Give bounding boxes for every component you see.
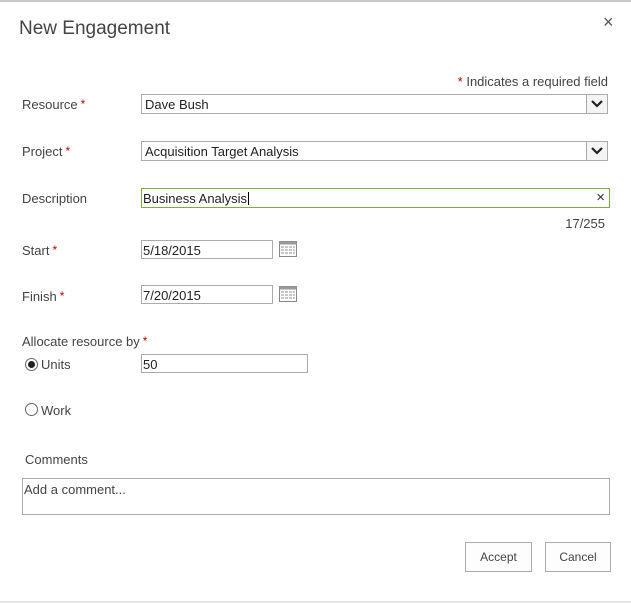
units-value: 50 <box>143 357 158 372</box>
finish-date-value: 7/20/2015 <box>143 288 201 303</box>
required-note-text: Indicates a required field <box>466 74 608 89</box>
close-icon[interactable]: × <box>603 13 614 31</box>
required-marker: * <box>59 289 65 303</box>
project-select[interactable]: Acquisition Target Analysis <box>141 141 608 161</box>
cancel-button[interactable]: Cancel <box>545 542 611 572</box>
description-label: Description <box>22 191 88 206</box>
project-label-text: Project <box>22 144 63 159</box>
comment-textarea[interactable]: Add a comment... <box>22 478 610 515</box>
character-counter: 17/255 <box>565 216 605 231</box>
required-marker: * <box>80 97 86 111</box>
required-marker: * <box>457 74 463 89</box>
chevron-down-icon[interactable] <box>586 95 607 113</box>
chevron-down-icon[interactable] <box>586 142 607 160</box>
comments-label: Comments <box>25 452 88 467</box>
required-field-note: * Indicates a required field <box>458 74 608 89</box>
allocate-label-text: Allocate resource by <box>22 334 140 349</box>
units-input[interactable]: 50 <box>141 354 308 373</box>
start-label-text: Start <box>22 243 50 258</box>
text-cursor <box>248 192 250 205</box>
comment-placeholder: Add a comment... <box>24 482 126 497</box>
resource-label: Resource * <box>22 97 85 112</box>
project-value: Acquisition Target Analysis <box>145 144 299 159</box>
description-value: Business Analysis <box>143 191 250 206</box>
calendar-icon[interactable] <box>279 286 297 302</box>
radio-selected-dot <box>28 361 35 368</box>
clear-icon[interactable]: × <box>596 189 605 207</box>
finish-label-text: Finish <box>22 289 57 304</box>
start-date-input[interactable]: 5/18/2015 <box>141 240 273 259</box>
required-marker: * <box>142 334 148 348</box>
units-radio-label[interactable]: Units <box>41 357 71 372</box>
accept-button[interactable]: Accept <box>465 542 532 572</box>
allocate-label: Allocate resource by * <box>22 334 147 349</box>
dialog-top-border <box>0 0 631 2</box>
finish-label: Finish * <box>22 289 64 304</box>
start-date-value: 5/18/2015 <box>143 243 201 258</box>
work-radio-label[interactable]: Work <box>41 403 71 418</box>
project-label: Project * <box>22 144 70 159</box>
resource-value: Dave Bush <box>145 97 209 112</box>
description-input[interactable]: Business Analysis × <box>141 188 610 208</box>
description-text: Business Analysis <box>143 191 248 206</box>
calendar-icon[interactable] <box>279 241 297 257</box>
resource-label-text: Resource <box>22 97 78 112</box>
required-marker: * <box>52 243 58 257</box>
finish-date-input[interactable]: 7/20/2015 <box>141 285 273 304</box>
required-marker: * <box>65 144 71 158</box>
dialog-title: New Engagement <box>19 18 171 39</box>
resource-select[interactable]: Dave Bush <box>141 94 608 114</box>
units-radio[interactable] <box>25 358 38 371</box>
work-radio[interactable] <box>25 403 38 416</box>
start-label: Start * <box>22 243 57 258</box>
